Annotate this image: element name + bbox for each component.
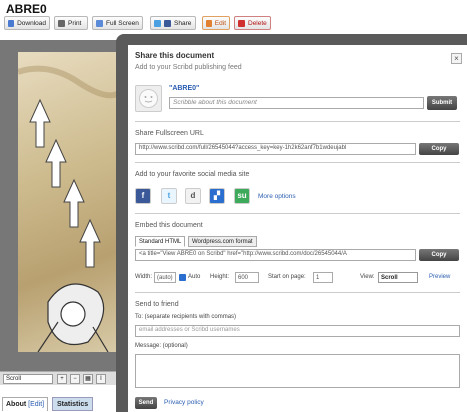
grid-view-icon[interactable]: ▦ [83,374,93,384]
divider [135,121,460,122]
about-edit-link[interactable]: [Edit] [28,401,44,408]
delete-label: Delete [248,19,267,27]
document-artwork [18,65,120,352]
copy-embed-button[interactable]: Copy [419,249,459,261]
edit-button[interactable]: Edit [202,16,230,30]
social-heading: Add to your favorite social media site [135,171,250,178]
divider [135,292,460,293]
download-label: Download [17,19,46,27]
privacy-policy-link[interactable]: Privacy policy [164,399,204,406]
viewer-controls: Scroll + − ▦ I [0,371,120,385]
facebook-icon [164,19,171,27]
page-title: ABRE0 [6,2,47,16]
pencil-icon [206,19,212,27]
start-page-input[interactable]: 1 [313,272,333,283]
close-icon[interactable]: × [451,53,462,64]
delete-button[interactable]: Delete [234,16,271,30]
fullscreen-icon [96,19,103,27]
tab-wordpress-format[interactable]: Wordpress.com format [188,236,257,247]
fullscreen-url-field[interactable]: http://www.scribd.com/full/26545044?acce… [135,143,416,155]
submit-button[interactable]: Submit [427,96,457,110]
fullscreen-url-heading: Share Fullscreen URL [135,130,204,137]
default-avatar-icon [139,89,158,108]
send-to-friend-heading: Send to friend [135,301,179,308]
height-input[interactable]: 600 [235,272,259,283]
recipients-input[interactable]: email addresses or Scribd usernames [135,325,460,337]
twitter-icon[interactable]: t [161,188,177,204]
scroll-mode-select[interactable]: Scroll [3,374,53,384]
bottom-tabs: About [Edit] Statistics [0,395,120,412]
message-label: Message: (optional) [135,343,188,349]
preview-link[interactable]: Preview [429,274,450,280]
zoom-in-icon[interactable]: + [57,374,67,384]
feed-subtitle: Add to your Scribd publishing feed [135,64,242,71]
app-root: ABRE0 Download Print Full Screen Share E… [0,0,467,412]
tab-about-label: About [6,401,27,408]
width-input[interactable]: (auto) [154,272,176,283]
document-viewer[interactable]: Scroll + − ▦ I [0,40,120,385]
view-label: View: [360,274,375,280]
fullscreen-label: Full Screen [106,19,139,27]
document-toolbar: Download Print Full Screen Share Edit De… [2,16,462,32]
tab-statistics[interactable]: Statistics [52,397,94,411]
share-dialog: Share this document Add to your Scribd p… [128,45,467,412]
message-textarea[interactable] [135,354,460,388]
copy-url-button[interactable]: Copy [419,143,459,155]
document-page [18,52,120,352]
facebook-icon[interactable]: f [135,188,151,204]
auto-width-checkbox[interactable] [179,274,186,281]
delete-icon [238,19,245,27]
divider [135,162,460,163]
printer-icon [58,19,65,27]
download-icon [8,19,15,27]
download-button[interactable]: Download [4,16,50,30]
embed-code-field[interactable]: <a title="View ABRE0 on Scribd" href="ht… [135,249,416,261]
digg-icon[interactable]: d [185,188,201,204]
tab-standard-html[interactable]: Standard HTML [135,236,186,247]
avatar [135,85,162,112]
width-label: Width: [135,274,153,280]
divider [135,213,460,214]
share-button[interactable]: Share [150,16,196,30]
print-button[interactable]: Print [54,16,88,30]
scribble-input[interactable]: Scribble about this document [169,97,424,109]
print-label: Print [68,19,82,27]
share-label: Share [174,19,192,27]
view-mode-select[interactable]: Scroll [378,272,418,283]
recipients-label: To: (separate recipients with commas) [135,314,237,320]
tab-about[interactable]: About [Edit] [2,397,49,411]
stumbleupon-icon[interactable]: su [234,188,250,204]
zoom-out-icon[interactable]: − [70,374,80,384]
delicious-icon[interactable]: ▞ [209,188,225,204]
auto-label: Auto [188,274,201,280]
more-options-link[interactable]: More options [258,193,296,200]
dialog-title: Share this document [135,51,215,60]
start-page-label: Start on page: [268,274,306,280]
username-link[interactable]: "ABRE0" [169,85,199,92]
height-label: Height: [210,274,230,280]
fullscreen-button[interactable]: Full Screen [92,16,143,30]
edit-label: Edit [214,19,226,27]
embed-heading: Embed this document [135,222,203,229]
send-button[interactable]: Send [135,397,157,409]
twitter-icon [154,19,161,27]
text-mode-icon[interactable]: I [96,374,106,384]
